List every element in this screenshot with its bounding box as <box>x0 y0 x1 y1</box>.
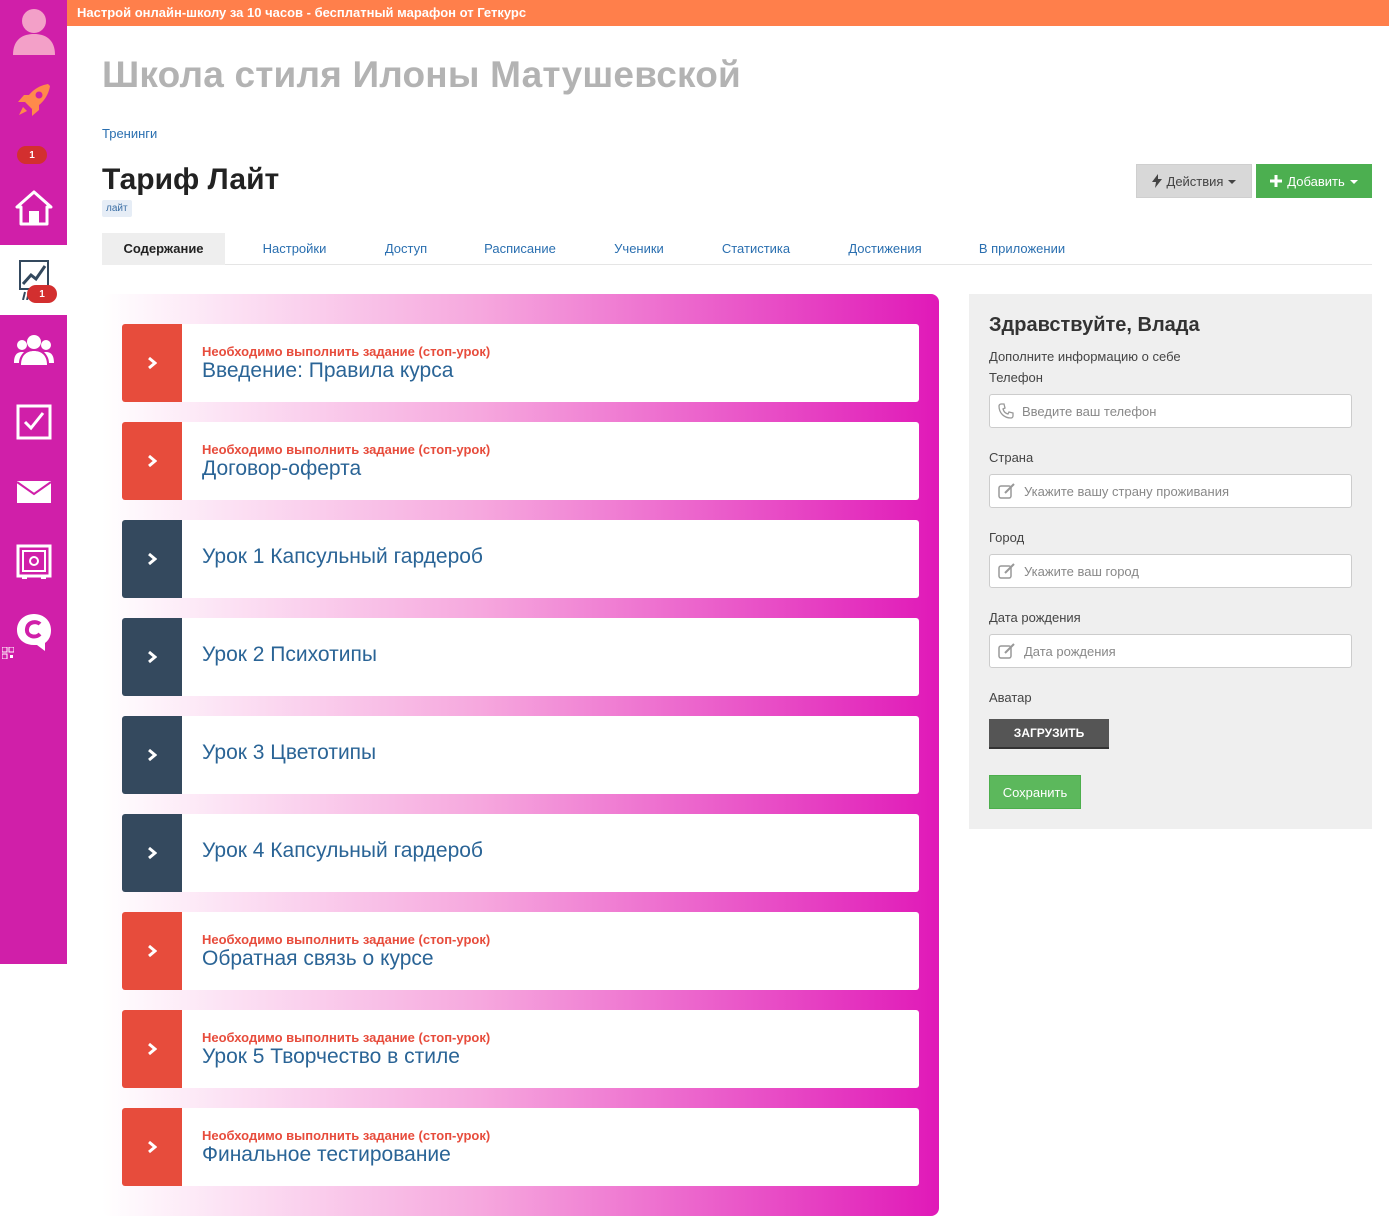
tab-content[interactable]: Содержание <box>102 233 225 265</box>
lesson-item[interactable]: Необходимо выполнить задание (стоп-урок)… <box>122 1010 919 1088</box>
lightning-icon <box>1151 174 1162 188</box>
chevron-right-icon <box>122 1108 182 1186</box>
users-icon <box>13 335 54 365</box>
phone-icon <box>998 403 1014 419</box>
sidebar-item-safe[interactable] <box>0 532 67 592</box>
tasks-icon <box>16 404 51 440</box>
promo-banner[interactable]: Настрой онлайн-школу за 10 часов - беспл… <box>67 0 1389 26</box>
home-icon <box>15 190 52 226</box>
lessons-list: Необходимо выполнить задание (стоп-урок)… <box>102 294 939 1216</box>
notification-badge: 1 <box>17 146 47 164</box>
chevron-right-icon <box>122 912 182 990</box>
sidebar-item-profile[interactable] <box>0 0 67 60</box>
lesson-title[interactable]: Урок 5 Творчество в стиле <box>202 1045 460 1069</box>
tab-settings[interactable]: Настройки <box>242 233 347 265</box>
phone-placeholder: Введите ваш телефон <box>1022 403 1157 419</box>
phone-field[interactable]: Введите ваш телефон <box>989 394 1352 428</box>
lesson-title[interactable]: Введение: Правила курса <box>202 359 453 383</box>
tab-schedule[interactable]: Расписание <box>464 233 576 265</box>
edit-icon <box>998 563 1015 579</box>
plus-icon <box>1270 175 1283 187</box>
actions-button[interactable]: Действия <box>1136 164 1252 198</box>
sidebar-item-users[interactable] <box>0 320 67 380</box>
tab-access[interactable]: Доступ <box>367 233 445 265</box>
mail-icon <box>15 481 52 503</box>
chevron-right-icon <box>122 716 182 794</box>
tab-in-app[interactable]: В приложении <box>962 233 1082 265</box>
lesson-item[interactable]: Урок 3 Цветотипы <box>122 716 919 794</box>
edit-icon <box>998 483 1015 499</box>
profile-greeting: Здравствуйте, Влада <box>989 314 1200 336</box>
lesson-title[interactable]: Обратная связь о курсе <box>202 947 434 971</box>
tariff-tag: лайт <box>102 200 132 217</box>
country-field[interactable]: Укажите вашу страну проживания <box>989 474 1352 508</box>
chevron-right-icon <box>122 1010 182 1088</box>
city-label: Город <box>989 530 1025 545</box>
lesson-item[interactable]: Необходимо выполнить задание (стоп-урок)… <box>122 912 919 990</box>
birthday-field[interactable]: Дата рождения <box>989 634 1352 668</box>
upload-avatar-button[interactable]: ЗАГРУЗИТЬ <box>989 719 1109 749</box>
chevron-right-icon <box>122 422 182 500</box>
city-placeholder: Укажите ваш город <box>1024 563 1139 579</box>
country-placeholder: Укажите вашу страну проживания <box>1024 483 1230 499</box>
safe-icon <box>16 544 51 579</box>
chevron-right-icon <box>122 520 182 598</box>
lesson-item[interactable]: Необходимо выполнить задание (стоп-урок)… <box>122 324 919 402</box>
qr-icon[interactable] <box>2 647 14 659</box>
sidebar-item-mail[interactable] <box>0 462 67 522</box>
profile-panel: Здравствуйте, Влада Дополните информацию… <box>969 294 1372 829</box>
chat-icon <box>16 614 51 651</box>
lesson-item[interactable]: Необходимо выполнить задание (стоп-урок)… <box>122 422 919 500</box>
sidebar-item-home[interactable] <box>0 178 67 238</box>
chevron-right-icon <box>122 324 182 402</box>
stop-lesson-warning: Необходимо выполнить задание (стоп-урок) <box>202 932 491 947</box>
save-button[interactable]: Сохранить <box>989 775 1081 809</box>
phone-label: Телефон <box>989 370 1043 385</box>
birthday-label: Дата рождения <box>989 610 1081 625</box>
chevron-right-icon <box>122 814 182 892</box>
sidebar: 1 1 <box>0 0 67 964</box>
sidebar-item-launch[interactable] <box>0 70 67 130</box>
add-button[interactable]: Добавить <box>1256 164 1372 198</box>
country-label: Страна <box>989 450 1034 465</box>
statistics-badge: 1 <box>27 285 57 303</box>
lesson-item[interactable]: Урок 2 Психотипы <box>122 618 919 696</box>
city-field[interactable]: Укажите ваш город <box>989 554 1352 588</box>
school-title: Школа стиля Илоны Матушевской <box>102 54 741 95</box>
tab-statistics[interactable]: Статистика <box>704 233 808 265</box>
lesson-title[interactable]: Урок 2 Психотипы <box>202 643 377 667</box>
tabs-bar: Содержание Настройки Доступ Расписание У… <box>102 233 1372 265</box>
sidebar-item-tasks[interactable] <box>0 392 67 452</box>
stop-lesson-warning: Необходимо выполнить задание (стоп-урок) <box>202 442 491 457</box>
lesson-item[interactable]: Необходимо выполнить задание (стоп-урок)… <box>122 1108 919 1186</box>
chevron-down-icon <box>1228 180 1237 184</box>
chevron-down-icon <box>1349 180 1358 184</box>
lesson-item[interactable]: Урок 1 Капсульный гардероб <box>122 520 919 598</box>
edit-icon <box>998 643 1015 659</box>
stop-lesson-warning: Необходимо выполнить задание (стоп-урок) <box>202 1128 491 1143</box>
tab-students[interactable]: Ученики <box>594 233 684 265</box>
chevron-right-icon <box>122 618 182 696</box>
stop-lesson-warning: Необходимо выполнить задание (стоп-урок) <box>202 344 491 359</box>
profile-subtitle: Дополните информацию о себе <box>989 349 1181 364</box>
lesson-title[interactable]: Урок 1 Капсульный гардероб <box>202 545 483 569</box>
sidebar-item-statistics[interactable] <box>0 245 67 315</box>
tab-achievements[interactable]: Достижения <box>829 233 941 265</box>
stop-lesson-warning: Необходимо выполнить задание (стоп-урок) <box>202 1030 491 1045</box>
lesson-item[interactable]: Урок 4 Капсульный гардероб <box>122 814 919 892</box>
avatar-label: Аватар <box>989 690 1032 705</box>
birthday-placeholder: Дата рождения <box>1024 643 1116 659</box>
lesson-title[interactable]: Финальное тестирование <box>202 1143 451 1167</box>
page-title: Тариф Лайт <box>102 163 280 196</box>
user-avatar-icon <box>12 9 55 55</box>
lesson-title[interactable]: Договор-оферта <box>202 457 361 481</box>
rocket-icon <box>17 84 50 116</box>
lesson-title[interactable]: Урок 4 Капсульный гардероб <box>202 839 483 863</box>
actions-button-label: Действия <box>1166 173 1224 189</box>
add-button-label: Добавить <box>1287 173 1345 189</box>
breadcrumb[interactable]: Тренинги <box>102 126 157 141</box>
lesson-title[interactable]: Урок 3 Цветотипы <box>202 741 376 765</box>
